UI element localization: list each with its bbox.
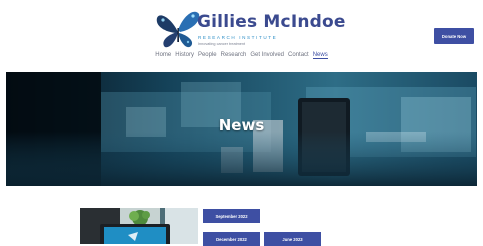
brand-subtitle: RESEARCH INSTITUTE (198, 35, 278, 40)
news-thumbnail[interactable] (80, 208, 198, 244)
nav-item-people[interactable]: People (198, 52, 217, 59)
nav-item-history[interactable]: History (175, 52, 194, 59)
nav-item-get-involved[interactable]: Get Involved (250, 52, 284, 59)
site-header: Gillies McIndoe RESEARCH INSTITUTE Innov… (0, 0, 483, 70)
main-navigation: Home History People Research Get Involve… (0, 52, 483, 59)
archive-link-september-2022[interactable]: September 2022 (203, 209, 260, 223)
nav-item-home[interactable]: Home (155, 52, 171, 59)
brand-tagline: Innovating cancer treatment (198, 42, 246, 46)
nav-item-research[interactable]: Research (221, 52, 247, 59)
nav-item-contact[interactable]: Contact (288, 52, 309, 59)
site-logo[interactable]: Gillies McIndoe RESEARCH INSTITUTE Innov… (155, 8, 345, 50)
hero-title: News (218, 116, 265, 134)
donate-button[interactable]: Donate Now (434, 28, 474, 44)
nav-item-news[interactable]: News (312, 52, 328, 59)
brand-name: Gillies McIndoe (197, 12, 346, 32)
tablet-plant-image (80, 208, 198, 244)
butterfly-logo-icon (156, 11, 200, 48)
hero-banner: News (6, 72, 477, 186)
